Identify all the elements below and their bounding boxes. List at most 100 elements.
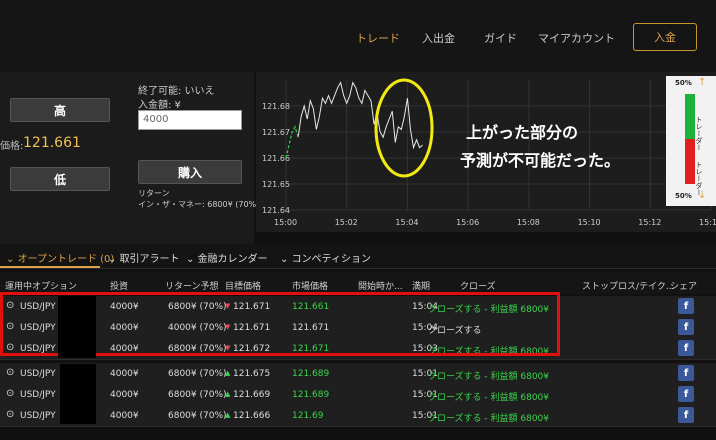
annotation-line-2: 予測が不可能だった。 xyxy=(460,151,620,170)
facebook-share-icon[interactable]: f xyxy=(678,407,694,423)
buy-button[interactable]: 購入 xyxy=(138,160,242,184)
table-row[interactable]: ⊙ USD/JPY 4000¥ 6800¥ (70%) ▲ 121.666 121.69 15… xyxy=(0,405,716,427)
nav-trade[interactable]: トレード xyxy=(356,30,400,46)
clock-icon: ⊙ xyxy=(6,409,15,420)
close-action[interactable]: クローズする - 利益額 6800¥ xyxy=(428,302,549,315)
clock-icon: ⊙ xyxy=(6,300,15,311)
facebook-share-icon[interactable]: f xyxy=(678,365,694,381)
arrow-down-icon: ↓ xyxy=(698,190,707,201)
price-line xyxy=(297,81,423,150)
market-cell: 121.661 xyxy=(292,302,330,312)
amount-input[interactable]: 4000 xyxy=(138,110,242,130)
market-cell: 121.69 xyxy=(292,411,324,421)
close-action[interactable]: クローズする xyxy=(428,323,482,336)
symbol-cell: USD/JPY xyxy=(20,390,56,400)
annotation-line-1: 上がった部分の xyxy=(466,123,578,142)
market-cell: 121.671 xyxy=(292,344,330,354)
active-tab-underline xyxy=(0,266,100,268)
invest-cell: 4000¥ xyxy=(110,390,139,400)
invest-cell: 4000¥ xyxy=(110,302,139,312)
symbol-cell: USD/JPY xyxy=(20,369,56,379)
deposit-button[interactable]: 入金 xyxy=(633,23,697,51)
tab-trade-alerts[interactable]: ⌄ 取引アラート xyxy=(108,250,180,265)
tab-open-trades-label: オープントレード (0) xyxy=(17,254,115,265)
clock-icon: ⊙ xyxy=(6,388,15,399)
table-row[interactable]: ⊙ USD/JPY 4000¥ 6800¥ (70%) ▼ 121.672 121.671 1… xyxy=(0,338,716,360)
clock-icon: ⊙ xyxy=(6,321,15,332)
x-tick-label: 15:10 xyxy=(578,218,601,227)
return-cell: 6800¥ (70%) xyxy=(168,344,227,354)
tab-financial-calendar[interactable]: ⌄ 金融カレンダー xyxy=(186,250,268,265)
return-cell: 6800¥ (70%) xyxy=(168,390,227,400)
table-row[interactable]: ⊙ USD/JPY 4000¥ 6800¥ (70%) ▲ 121.675 121.689 1… xyxy=(0,363,716,385)
price-label: 価格: xyxy=(0,141,24,152)
table-row[interactable]: ⊙ USD/JPY 4000¥ 4000¥ (70%) ▼ 121.671 121.671 1… xyxy=(0,317,716,339)
arrow-up-icon: ▲ xyxy=(225,390,231,398)
facebook-share-icon[interactable]: f xyxy=(678,298,694,314)
header-return: リターン予想 xyxy=(165,282,219,292)
x-tick-label: 15:06 xyxy=(456,218,479,227)
tab-competition[interactable]: ⌄ コンペティション xyxy=(280,250,371,265)
table-row[interactable]: ⊙ USD/JPY 4000¥ 6800¥ (70%) ▼ 121.671 121.661 1… xyxy=(0,296,716,318)
facebook-share-icon[interactable]: f xyxy=(678,319,694,335)
header-target: 目標価格 xyxy=(225,282,262,292)
clock-icon: ⊙ xyxy=(6,342,15,353)
market-cell: 121.689 xyxy=(292,390,330,400)
arrow-down-icon: ▼ xyxy=(225,302,231,310)
arrow-up-icon: ▲ xyxy=(225,411,231,419)
header-market: 市場価格 xyxy=(292,282,329,292)
redaction-mask xyxy=(58,296,96,358)
market-cell: 121.689 xyxy=(292,369,330,379)
price-chart[interactable]: 121.68 121.67 121.66 121.65 121.64 15:00 15:0… xyxy=(256,72,716,232)
market-cell: 121.671 xyxy=(292,323,330,333)
sentiment-top-pct: 50% xyxy=(675,79,692,87)
tab-competition-label: コンペティション xyxy=(291,254,371,265)
y-tick-label: 121.66 xyxy=(262,154,290,163)
header-stoploss: ストップロス/テイク... xyxy=(582,282,675,292)
close-action[interactable]: クローズする - 利益額 6800¥ xyxy=(428,390,549,403)
target-cell: 121.671 xyxy=(233,302,271,312)
table-header: 運用中オプション 投資 リターン予想 目標価格 市場価格 開始時か... 満期 … xyxy=(0,272,716,294)
x-tick-label: 15:12 xyxy=(638,218,661,227)
facebook-share-icon[interactable]: f xyxy=(678,386,694,402)
header-close: クローズ xyxy=(460,282,496,292)
symbol-cell: USD/JPY xyxy=(20,344,56,354)
header-expiry: 満期 xyxy=(412,282,431,292)
return-cell: 6800¥ (70%) xyxy=(168,302,227,312)
nav-my-account[interactable]: マイアカウント xyxy=(538,30,615,46)
sentiment-label-up: トレーダー xyxy=(695,116,703,151)
nav-deposit-withdraw[interactable]: 入出金 xyxy=(422,30,455,46)
trade-tabs: ⌄ オープントレード (0) ⌄ 取引アラート ⌄ 金融カレンダー ⌄ コンペテ… xyxy=(0,244,716,269)
facebook-share-icon[interactable]: f xyxy=(678,340,694,356)
end-possible-text: 終了可能: いいえ xyxy=(138,86,215,97)
close-action[interactable]: クローズする - 利益額 6800¥ xyxy=(428,369,549,382)
amount-label: 入金額: ¥ xyxy=(138,100,181,111)
invest-cell: 4000¥ xyxy=(110,344,139,354)
low-button[interactable]: 低 xyxy=(10,167,110,191)
tab-trade-alerts-label: 取引アラート xyxy=(119,254,180,265)
target-cell: 121.672 xyxy=(233,344,271,354)
symbol-cell: USD/JPY xyxy=(20,323,56,333)
nav-guide[interactable]: ガイド xyxy=(484,30,517,46)
header-options: 運用中オプション xyxy=(5,282,78,292)
x-tick-label: 15:08 xyxy=(517,218,540,227)
arrow-down-icon: ▼ xyxy=(225,344,231,352)
high-button[interactable]: 高 xyxy=(10,98,110,122)
x-tick-label: 15:14 xyxy=(699,218,716,227)
tab-open-trades[interactable]: ⌄ オープントレード (0) xyxy=(6,250,114,265)
y-tick-label: 121.68 xyxy=(262,102,290,111)
symbol-cell: USD/JPY xyxy=(20,302,56,312)
sentiment-bottom-pct: 50% xyxy=(675,192,692,200)
symbol-cell: USD/JPY xyxy=(20,411,56,421)
target-cell: 121.666 xyxy=(233,411,271,421)
clock-icon: ⊙ xyxy=(6,367,15,378)
y-tick-label: 121.67 xyxy=(262,128,290,137)
return-cell: 6800¥ (70%) xyxy=(168,411,227,421)
close-action[interactable]: クローズする - 利益額 6800¥ xyxy=(428,411,549,424)
header-share: シェア xyxy=(670,282,698,292)
close-action[interactable]: クローズする - 利益額 6800¥ xyxy=(428,344,549,357)
header-start: 開始時か... xyxy=(358,282,403,292)
table-row[interactable]: ⊙ USD/JPY 4000¥ 6800¥ (70%) ▲ 121.669 121.689 1… xyxy=(0,384,716,406)
invest-cell: 4000¥ xyxy=(110,323,139,333)
arrow-up-icon: ↑ xyxy=(698,77,707,88)
